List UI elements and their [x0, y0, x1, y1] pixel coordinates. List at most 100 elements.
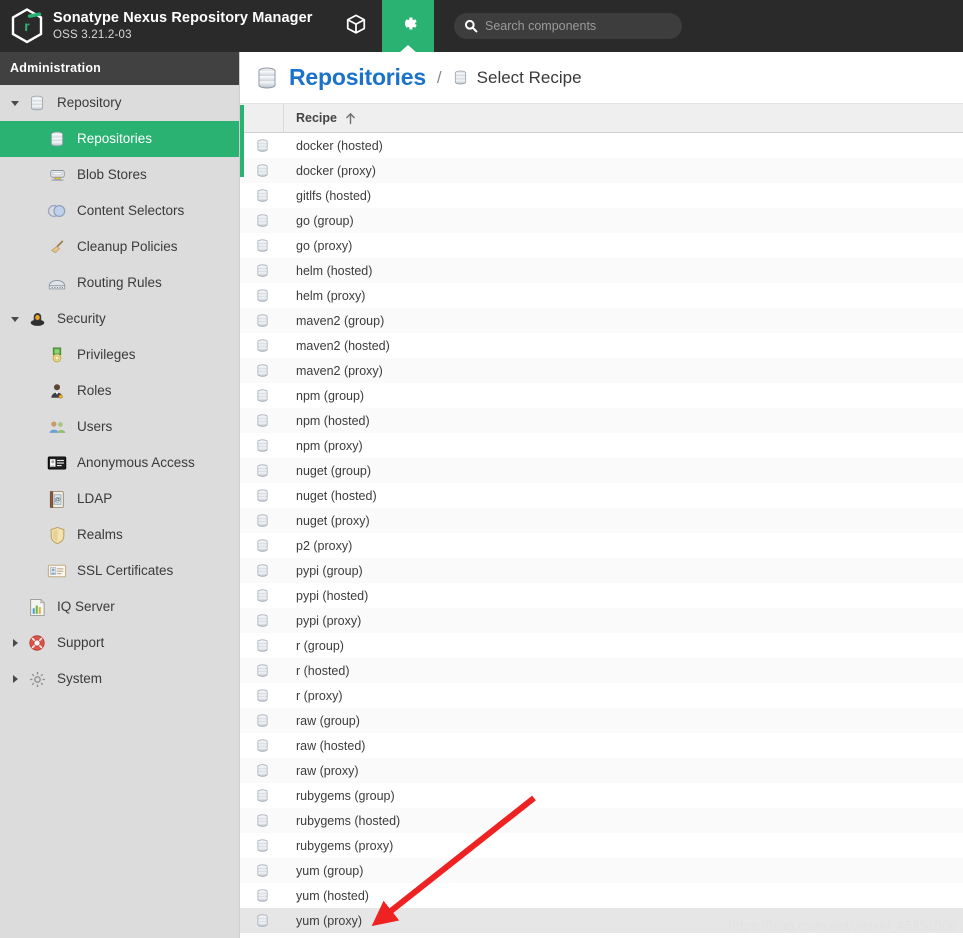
table-row[interactable]: npm (group): [240, 383, 963, 408]
chevron-down-icon[interactable]: [8, 98, 22, 108]
database-icon: [240, 238, 284, 253]
sidebar-item-ldap[interactable]: @ LDAP: [0, 481, 239, 517]
table-row[interactable]: nuget (proxy): [240, 508, 963, 533]
search-input[interactable]: [484, 14, 682, 38]
cube-icon: [345, 13, 367, 40]
database-icon: [240, 863, 284, 878]
sidebar-item-label: Routing Rules: [77, 275, 162, 291]
app-window: r Sonatype Nexus Repository Manager OSS …: [0, 0, 963, 938]
database-icon: [240, 188, 284, 203]
recipe-name: yum (group): [296, 863, 364, 878]
sidebar-item-privileges[interactable]: Privileges: [0, 337, 239, 373]
recipe-name: go (proxy): [296, 238, 353, 253]
database-icon: [240, 438, 284, 453]
table-row[interactable]: docker (hosted): [240, 133, 963, 158]
search-components-box[interactable]: [454, 13, 682, 39]
table-row[interactable]: p2 (proxy): [240, 533, 963, 558]
sidebar-item-label: Security: [57, 311, 106, 327]
table-row[interactable]: raw (proxy): [240, 758, 963, 783]
sidebar-item-security[interactable]: Security: [0, 301, 239, 337]
table-row[interactable]: r (group): [240, 633, 963, 658]
table-row[interactable]: r (hosted): [240, 658, 963, 683]
table-row[interactable]: maven2 (proxy): [240, 358, 963, 383]
sidebar-item-repositories[interactable]: Repositories: [0, 121, 239, 157]
brand-area[interactable]: r Sonatype Nexus Repository Manager OSS …: [0, 0, 330, 52]
sidebar-item-support[interactable]: Support: [0, 625, 239, 661]
recipe-name: npm (hosted): [296, 413, 370, 428]
gear-icon: [397, 12, 420, 40]
sidebar-item-users[interactable]: Users: [0, 409, 239, 445]
chevron-right-icon[interactable]: [8, 674, 22, 684]
recipe-name: maven2 (group): [296, 313, 385, 328]
table-row[interactable]: pypi (proxy): [240, 608, 963, 633]
table-row[interactable]: go (proxy): [240, 233, 963, 258]
sidebar-item-repository[interactable]: Repository: [0, 85, 239, 121]
table-row[interactable]: yum (group): [240, 858, 963, 883]
sidebar-item-content-selectors[interactable]: Content Selectors: [0, 193, 239, 229]
sidebar-item-label: IQ Server: [57, 599, 115, 615]
sidebar-item-system[interactable]: System: [0, 661, 239, 697]
sidebar-item-anonymous-access[interactable]: Anonymous Access: [0, 445, 239, 481]
tab-browse[interactable]: [330, 0, 382, 52]
database-icon: [240, 338, 284, 353]
sidebar-item-routing-rules[interactable]: Routing Rules: [0, 265, 239, 301]
table-row[interactable]: gitlfs (hosted): [240, 183, 963, 208]
table-row[interactable]: pypi (hosted): [240, 583, 963, 608]
database-icon: [26, 93, 48, 113]
sidebar-item-blob-stores[interactable]: Blob Stores: [0, 157, 239, 193]
sidebar-item-label: Repositories: [77, 131, 153, 147]
database-icon: [240, 213, 284, 228]
table-row[interactable]: raw (group): [240, 708, 963, 733]
chevron-right-icon[interactable]: [8, 638, 22, 648]
recipe-name: rubygems (proxy): [296, 838, 394, 853]
table-row[interactable]: raw (hosted): [240, 733, 963, 758]
sidebar-item-ssl-certificates[interactable]: SSL Certificates: [0, 553, 239, 589]
roles-icon: [46, 381, 68, 401]
table-row[interactable]: helm (proxy): [240, 283, 963, 308]
table-row[interactable]: rubygems (group): [240, 783, 963, 808]
certificate-icon: [46, 561, 68, 581]
table-row[interactable]: rubygems (hosted): [240, 808, 963, 833]
sidebar-item-iq-server[interactable]: IQ Server: [0, 589, 239, 625]
table-row[interactable]: helm (hosted): [240, 258, 963, 283]
breadcrumb-repositories[interactable]: Repositories: [289, 64, 426, 91]
lifebuoy-icon: [26, 633, 48, 653]
recipe-name: r (hosted): [296, 663, 350, 678]
sidebar-item-label: Cleanup Policies: [77, 239, 178, 255]
sidebar-item-realms[interactable]: Realms: [0, 517, 239, 553]
top-header-bar: r Sonatype Nexus Repository Manager OSS …: [0, 0, 963, 53]
table-row[interactable]: maven2 (hosted): [240, 333, 963, 358]
recipe-name: docker (proxy): [296, 163, 376, 178]
table-row[interactable]: go (group): [240, 208, 963, 233]
column-header-recipe-label: Recipe: [296, 111, 337, 125]
table-row[interactable]: r (proxy): [240, 683, 963, 708]
arrow-up-icon: [345, 112, 356, 125]
database-icon: [240, 413, 284, 428]
recipe-name: p2 (proxy): [296, 538, 353, 553]
sidebar-item-cleanup-policies[interactable]: Cleanup Policies: [0, 229, 239, 265]
table-row[interactable]: npm (proxy): [240, 433, 963, 458]
database-icon: [240, 313, 284, 328]
chevron-down-icon[interactable]: [8, 314, 22, 324]
users-icon: [46, 417, 68, 437]
table-row[interactable]: pypi (group): [240, 558, 963, 583]
recipe-name: npm (group): [296, 388, 365, 403]
breadcrumb: Repositories / Select Recipe: [240, 52, 963, 104]
recipe-name: docker (hosted): [296, 138, 383, 153]
column-header-recipe[interactable]: Recipe: [284, 111, 963, 125]
watermark-text: https://blog.csdn.net/weixin_45651006: [728, 918, 957, 933]
table-row[interactable]: nuget (hosted): [240, 483, 963, 508]
table-row[interactable]: npm (hosted): [240, 408, 963, 433]
recipe-name: r (group): [296, 638, 344, 653]
table-row[interactable]: nuget (group): [240, 458, 963, 483]
table-row[interactable]: rubygems (proxy): [240, 833, 963, 858]
header-tab-group: [330, 0, 434, 53]
tab-administration[interactable]: [382, 0, 434, 53]
table-row[interactable]: yum (hosted): [240, 883, 963, 908]
table-row[interactable]: maven2 (group): [240, 308, 963, 333]
table-row[interactable]: docker (proxy): [240, 158, 963, 183]
database-icon: [240, 463, 284, 478]
sidebar-item-roles[interactable]: Roles: [0, 373, 239, 409]
recipe-name: raw (proxy): [296, 763, 359, 778]
app-body: Administration Repository Repositories Blo…: [0, 52, 963, 938]
